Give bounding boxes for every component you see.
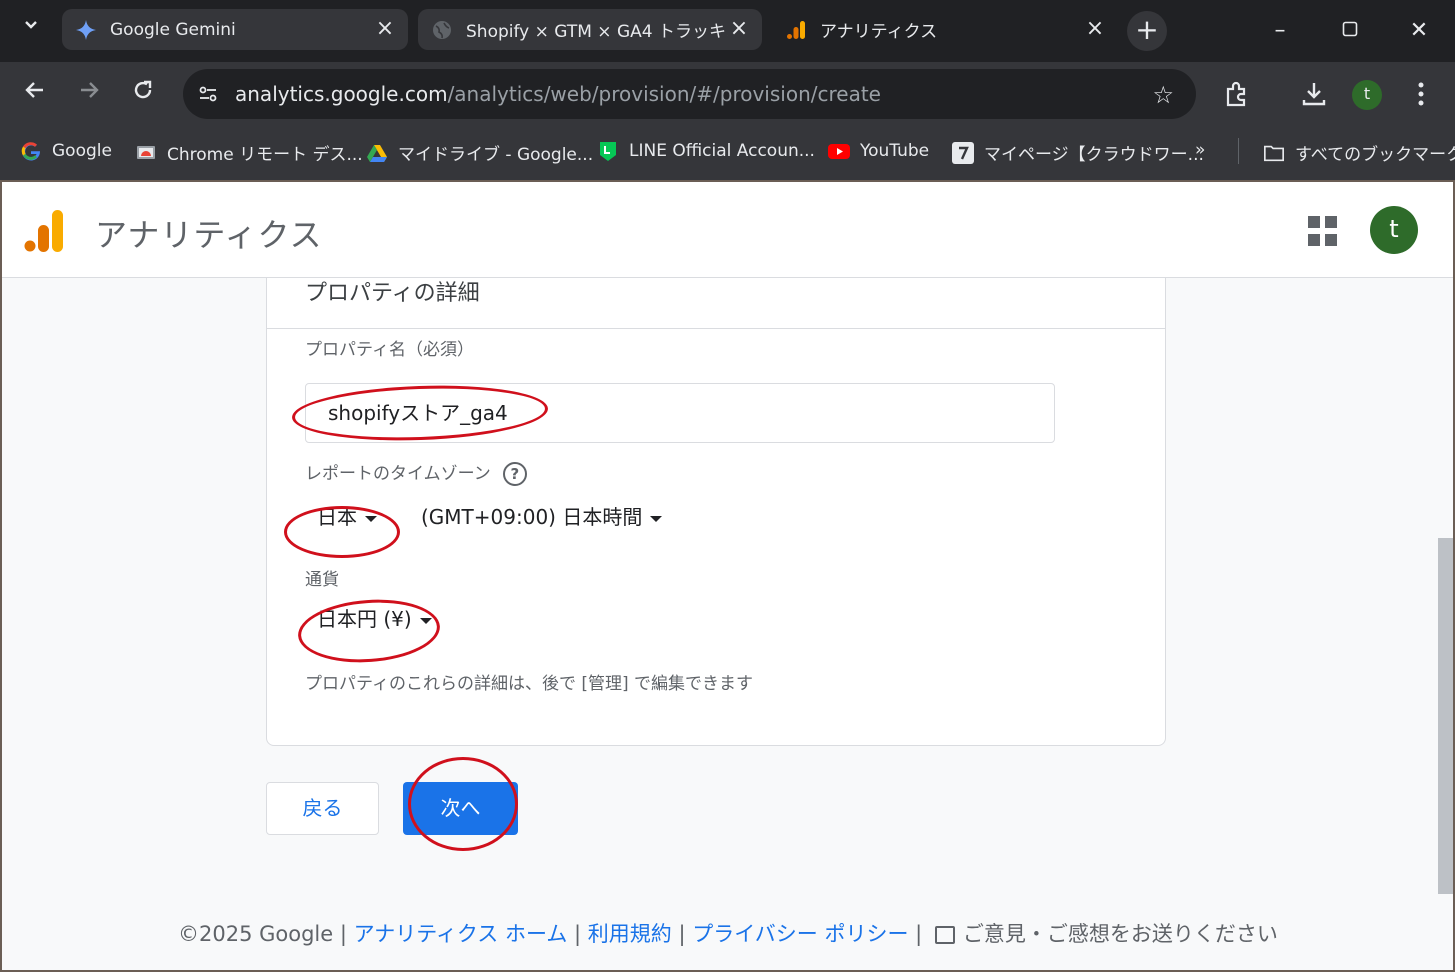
edit-later-note: プロパティのこれらの詳細は、後で [管理] で編集できます [305,674,754,694]
bookmark-remote-desktop[interactable]: Chrome リモート デス... [135,140,363,165]
back-arrow-icon[interactable] [18,78,52,112]
close-icon[interactable]: × [374,17,396,41]
close-icon[interactable]: × [1084,17,1106,41]
remote-desktop-icon [135,142,157,164]
bookmark-label: マイドライブ - Google... [398,145,594,165]
timezone-label-row: レポートのタイムゾーン? [305,459,527,486]
more-menu-icon[interactable] [1406,80,1436,110]
bookmarks-bar: Google Chrome リモート デス... マイドライブ - Google… [0,126,1455,180]
new-tab-button[interactable]: + [1127,11,1167,51]
window-close-icon[interactable]: ✕ [1404,16,1434,46]
address-bar[interactable]: analytics.google.com/analytics/web/provi… [183,69,1196,119]
url-text: analytics.google.com/analytics/web/provi… [235,82,881,106]
bookmark-line[interactable]: LINE Official Accoun... [597,140,815,162]
minimize-icon[interactable]: – [1265,16,1295,46]
feedback-icon [934,926,955,944]
feedback-link[interactable]: ご意見・ご感想をお送りください [963,922,1278,946]
forward-arrow-icon[interactable] [72,78,106,112]
footer-separator: | [908,922,929,946]
timezone-value: (GMT+09:00) 日本時間 [421,505,643,529]
drive-icon [366,142,388,164]
property-name-label: プロパティ名（必須） [305,340,474,360]
bookmarks-overflow-button[interactable]: » [1195,140,1205,160]
privacy-link[interactable]: プライバシー ポリシー [692,922,908,946]
scrollbar-thumb[interactable] [1438,538,1453,894]
reload-icon[interactable] [126,78,160,112]
terms-link[interactable]: 利用規約 [588,922,672,946]
annotation-circle [284,506,400,558]
bookmark-label: すべてのブックマーク [1295,145,1455,165]
currency-label: 通貨 [305,570,339,590]
apps-grid-icon[interactable] [1308,216,1338,246]
footer-separator: | [567,922,588,946]
site-info-icon[interactable] [193,79,223,109]
youtube-icon [828,140,850,162]
back-button[interactable]: 戻る [266,782,379,835]
analytics-icon [786,20,806,40]
account-avatar[interactable]: t [1370,206,1418,254]
property-details-card: プロパティの詳細 プロパティ名（必須） shopifyストア_ga4 レポートの… [266,262,1166,746]
tab-gemini[interactable]: Google Gemini × [62,9,408,50]
tab-title: アナリティクス [820,22,938,42]
help-icon[interactable]: ? [502,462,527,486]
crowdworks-icon [952,141,974,164]
tab-title: Shopify × GTM × GA4 トラッキン [466,22,728,42]
app-header: アナリティクス t [2,182,1453,278]
footer: ©2025 Google | アナリティクス ホーム | 利用規約 | プライバ… [178,918,1278,948]
gemini-icon [76,19,96,40]
profile-avatar[interactable]: t [1352,80,1382,110]
footer-separator: | [671,922,693,946]
browser-toolbar: analytics.google.com/analytics/web/provi… [0,62,1455,126]
globe-icon [432,20,452,40]
section-title: プロパティの詳細 [305,281,480,306]
line-icon [597,140,619,162]
tab-title: Google Gemini [110,19,236,40]
all-bookmarks-button[interactable]: すべてのブックマーク [1263,140,1455,165]
close-icon[interactable]: × [728,17,750,41]
page-viewport: プロパティの詳細 プロパティ名（必須） shopifyストア_ga4 レポートの… [2,182,1453,970]
timezone-label: レポートのタイムゾーン [305,464,491,484]
divider [1238,138,1239,164]
bookmark-star-icon[interactable]: ☆ [1152,81,1174,109]
tab-search-button[interactable] [14,18,48,44]
folder-icon [1263,142,1285,164]
google-icon [20,140,42,162]
tab-shopify[interactable]: Shopify × GTM × GA4 トラッキン × [418,9,762,50]
analytics-home-link[interactable]: アナリティクス ホーム [354,922,568,946]
app-title: アナリティクス [95,217,323,253]
download-icon[interactable] [1299,80,1329,110]
bookmark-youtube[interactable]: YouTube [828,140,929,162]
chevron-double-right-icon: » [1195,140,1206,160]
maximize-icon[interactable] [1335,16,1365,46]
bookmark-label: Google [52,141,112,161]
bookmark-label: LINE Official Accoun... [629,141,815,161]
bookmark-label: YouTube [860,141,930,161]
analytics-logo [24,208,64,258]
bookmark-label: Chrome リモート デス... [167,145,363,165]
bookmark-label: マイページ【クラウドワー... [984,145,1204,165]
copyright-text: ©2025 Google | [178,922,354,946]
tab-strip: Google Gemini × Shopify × GTM × GA4 トラッキ… [0,0,1455,62]
caret-down-icon [650,515,663,522]
extensions-icon[interactable] [1222,80,1252,110]
bookmark-google[interactable]: Google [20,140,112,162]
bookmark-crowdworks[interactable]: マイページ【クラウドワー... [952,140,1204,165]
timezone-dropdown[interactable]: (GMT+09:00) 日本時間 [421,501,663,530]
annotation-circle [408,757,518,851]
tab-analytics[interactable]: アナリティクス × [772,9,1118,50]
bookmark-drive[interactable]: マイドライブ - Google... [366,140,593,165]
